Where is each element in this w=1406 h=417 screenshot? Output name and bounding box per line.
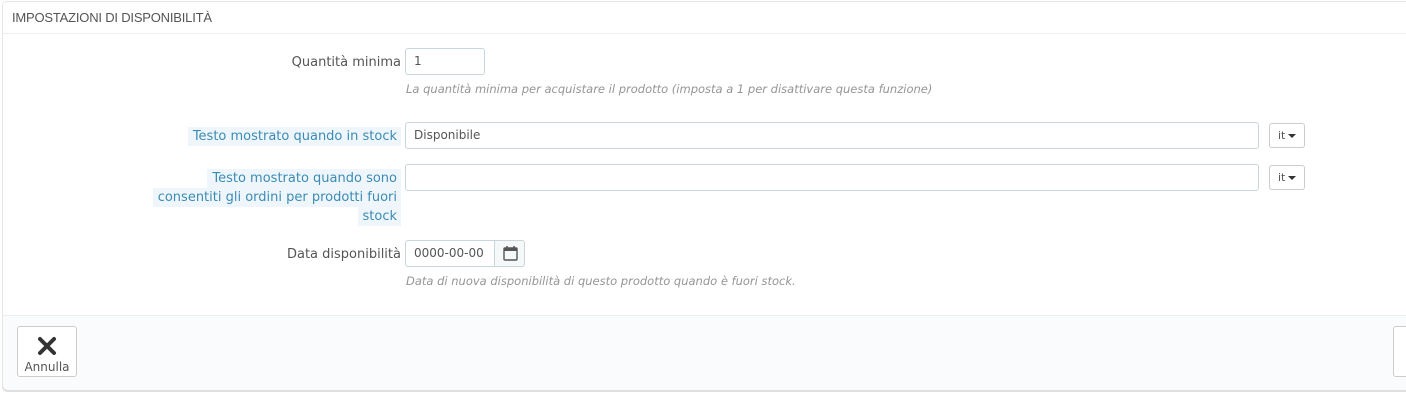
in-stock-lang-dropdown[interactable]: it — [1269, 123, 1305, 148]
chevron-down-icon — [1288, 176, 1297, 180]
close-icon — [38, 337, 56, 355]
in-stock-text-label-text: Testo mostrato quando in stock — [187, 127, 401, 146]
oos-text-label-line2: consentiti gli ordini per prodotti fuori — [152, 188, 401, 207]
min-qty-help: La quantità minima per acquistare il pro… — [406, 82, 933, 96]
available-date-input[interactable]: 0000-00-00 — [405, 240, 495, 267]
in-stock-text-input[interactable]: Disponibile — [405, 122, 1259, 149]
oos-lang-label: it — [1278, 171, 1286, 184]
oos-lang-dropdown[interactable]: it — [1269, 165, 1305, 190]
in-stock-text-label: Testo mostrato quando in stock — [187, 127, 401, 146]
available-date-label: Data disponibilità — [286, 247, 401, 262]
panel-title: IMPOSTAZIONI DI DISPONIBILITÀ — [3, 2, 1406, 34]
available-date-help: Data di nuova disponibilità di questo pr… — [406, 274, 796, 288]
in-stock-lang-label: it — [1278, 129, 1286, 142]
calendar-icon — [503, 246, 518, 261]
oos-text-label-line3: stock — [357, 207, 401, 226]
save-button[interactable] — [1393, 326, 1406, 377]
chevron-down-icon — [1288, 134, 1297, 138]
panel-footer: Annulla — [3, 315, 1406, 390]
calendar-button[interactable] — [494, 240, 525, 267]
availability-panel: IMPOSTAZIONI DI DISPONIBILITÀ Quantità m… — [2, 1, 1406, 390]
oos-text-label: Testo mostrato quando sono consentiti gl… — [152, 169, 401, 226]
min-qty-input[interactable]: 1 — [405, 48, 485, 75]
cancel-button-label: Annulla — [24, 360, 70, 374]
min-qty-label: Quantità minima — [291, 55, 401, 70]
cancel-button[interactable]: Annulla — [17, 326, 77, 377]
oos-text-label-line1: Testo mostrato quando sono — [207, 169, 401, 188]
oos-text-input[interactable] — [405, 164, 1259, 191]
